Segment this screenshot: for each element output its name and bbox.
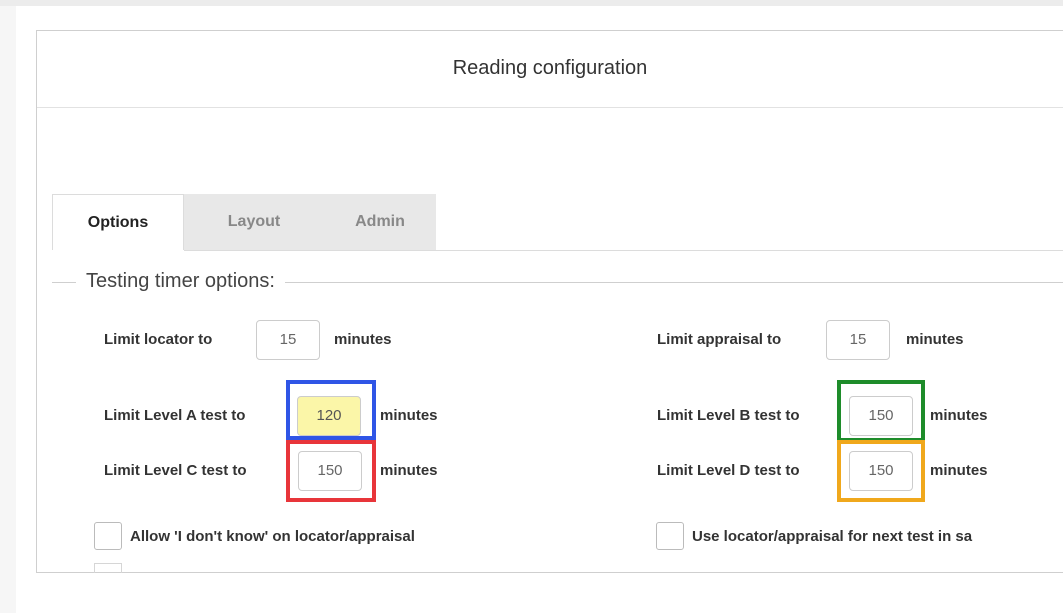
locator-unit: minutes — [334, 331, 392, 348]
appraisal-minutes-input[interactable]: 15 — [826, 320, 890, 360]
level-c-unit: minutes — [380, 462, 438, 479]
panel-title: Reading configuration — [452, 57, 648, 79]
level-d-unit: minutes — [930, 462, 988, 479]
tab-options[interactable]: Options — [52, 194, 184, 250]
level-b-highlight — [837, 380, 925, 442]
level-b-unit: minutes — [930, 407, 988, 424]
partial-checkbox-next-row — [94, 563, 122, 573]
use-locator-next-test-label: Use locator/appraisal for next test in s… — [692, 528, 973, 545]
level-c-label: Limit Level C test to — [104, 462, 247, 479]
use-locator-next-test-checkbox[interactable] — [656, 522, 684, 550]
tab-layout[interactable]: Layout — [184, 194, 324, 250]
panel-header: Reading configuration — [37, 31, 1063, 108]
section-legend: Testing timer options: — [76, 270, 285, 293]
level-d-label: Limit Level D test to — [657, 462, 800, 479]
level-a-label: Limit Level A test to — [104, 407, 246, 424]
tab-admin[interactable]: Admin — [324, 194, 436, 250]
locator-label: Limit locator to — [104, 331, 213, 348]
level-a-highlight — [286, 380, 376, 440]
tab-bar: Options Layout Admin — [52, 194, 436, 250]
locator-minutes-input[interactable]: 15 — [256, 320, 320, 360]
level-b-label: Limit Level B test to — [657, 407, 800, 424]
appraisal-unit: minutes — [906, 331, 964, 348]
level-c-highlight — [286, 440, 376, 502]
level-a-unit: minutes — [380, 407, 438, 424]
appraisal-label: Limit appraisal to — [657, 331, 782, 348]
allow-dont-know-checkbox[interactable] — [94, 522, 122, 550]
allow-dont-know-label: Allow 'I don't know' on locator/appraisa… — [130, 528, 415, 545]
tabs-divider — [184, 250, 1063, 251]
level-d-highlight — [837, 440, 925, 502]
